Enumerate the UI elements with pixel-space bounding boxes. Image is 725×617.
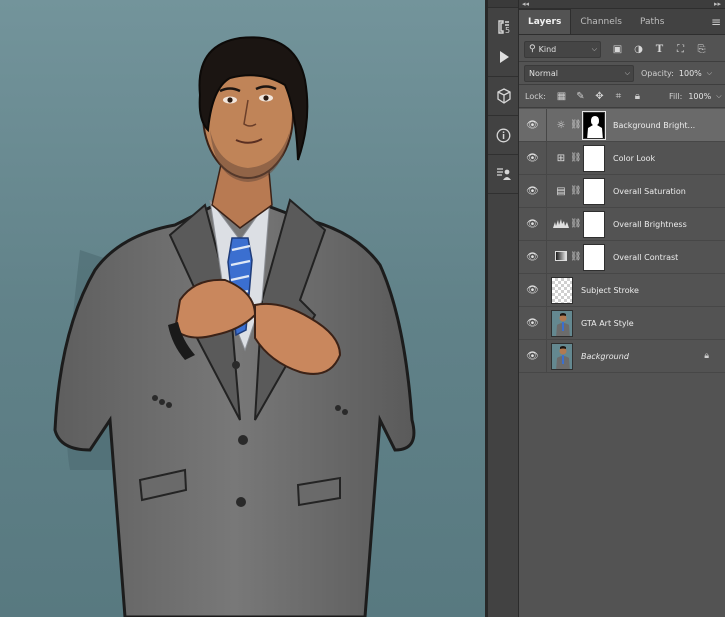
link-chain-icon[interactable]: ⛓︎: [570, 252, 581, 262]
lock-icon: 🔒︎: [704, 351, 709, 361]
visibility-eye-icon[interactable]: 👁︎: [519, 207, 547, 241]
layer-name[interactable]: Subject Stroke: [581, 286, 639, 295]
link-chain-icon[interactable]: ⛓︎: [570, 120, 581, 130]
levels-icon: [552, 218, 570, 231]
visibility-eye-icon[interactable]: 👁︎: [519, 339, 547, 373]
layer-row-subject-stroke[interactable]: 👁︎ Subject Stroke: [519, 273, 725, 307]
blend-mode-value: Normal: [529, 68, 558, 78]
layer-name[interactable]: Overall Saturation: [613, 187, 686, 196]
filter-type-icon[interactable]: T: [649, 44, 670, 55]
lock-position-icon[interactable]: ✥: [590, 91, 609, 102]
lock-all-icon[interactable]: 🔒︎: [628, 91, 647, 102]
lock-artboard-icon[interactable]: ⌗: [609, 91, 628, 102]
layer-thumbnail[interactable]: [551, 276, 573, 304]
divider: [519, 107, 725, 108]
layer-row-background-brightness[interactable]: 👁︎ ☼ ⛓︎ Background Bright...: [519, 108, 725, 142]
filter-kind-dropdown[interactable]: ⚲ Kind ⌵: [524, 40, 601, 58]
gradient-map-icon: [552, 250, 570, 264]
panel-menu-icon[interactable]: ≡: [711, 9, 721, 35]
layer-name[interactable]: Color Look: [613, 154, 655, 163]
icon-column-grip[interactable]: [488, 0, 518, 8]
layers-panel: ◂◂ ▸▸ Layers Channels Paths ≡ ⚲ Kind ⌵ ▣…: [519, 0, 725, 617]
layer-row-color-look[interactable]: 👁︎ ⊞ ⛓︎ Color Look: [519, 141, 725, 175]
panel-top-grip[interactable]: ◂◂ ▸▸: [519, 0, 725, 9]
visibility-eye-icon[interactable]: 👁︎: [519, 174, 547, 208]
link-chain-icon[interactable]: ⛓︎: [570, 153, 581, 163]
layer-mask-thumbnail[interactable]: [583, 210, 605, 238]
3d-icon[interactable]: [488, 81, 519, 111]
tab-layers[interactable]: Layers: [519, 9, 572, 34]
opacity-chevron-icon[interactable]: ⌵: [707, 69, 712, 78]
visibility-eye-icon[interactable]: 👁︎: [519, 306, 547, 340]
link-chain-icon[interactable]: ⛓︎: [570, 186, 581, 196]
layer-row-overall-brightness[interactable]: 👁︎ ⛓︎ Overall Brightness: [519, 207, 725, 241]
color-lookup-icon: ⊞: [556, 152, 566, 164]
visibility-eye-icon[interactable]: 👁︎: [519, 141, 547, 175]
filter-adjustment-icon[interactable]: ◑: [628, 44, 649, 55]
photoshop-window: 5 ◂◂ ▸▸ Layers Channels Paths ≡ ⚲ Kind ⌵…: [0, 0, 725, 617]
play-actions-icon[interactable]: [488, 42, 519, 72]
opacity-value[interactable]: 100%: [679, 69, 702, 78]
document-canvas[interactable]: [0, 0, 485, 617]
properties-icon[interactable]: [488, 159, 519, 189]
opacity-label: Opacity:: [641, 68, 674, 78]
info-icon[interactable]: [488, 120, 519, 150]
tab-paths[interactable]: Paths: [631, 10, 673, 34]
brightness-icon: ☼: [556, 119, 566, 131]
collapse-right-icon[interactable]: ▸▸: [714, 0, 721, 9]
layer-name[interactable]: Background: [581, 352, 629, 361]
chevron-down-icon: ⌵: [591, 44, 597, 53]
visibility-eye-icon[interactable]: 👁︎: [519, 240, 547, 274]
filter-pixel-icon[interactable]: ▣: [607, 44, 628, 55]
layer-thumbnail[interactable]: [551, 342, 573, 370]
layer-name[interactable]: GTA Art Style: [581, 319, 634, 328]
fill-chevron-icon[interactable]: ⌵: [716, 92, 721, 101]
lock-paint-brush-icon[interactable]: ✎: [571, 91, 590, 102]
blend-mode-dropdown[interactable]: Normal ⌵: [524, 64, 634, 82]
collapse-left-icon[interactable]: ◂◂: [522, 0, 529, 9]
visibility-eye-icon[interactable]: 👁︎: [519, 273, 547, 307]
history-icon[interactable]: 5: [488, 12, 519, 42]
divider: [519, 61, 725, 62]
layer-row-gta-art-style[interactable]: 👁︎ GTA Art Style: [519, 306, 725, 340]
visibility-eye-icon[interactable]: 👁︎: [519, 108, 547, 142]
panel-icon-column: 5: [488, 0, 519, 617]
svg-text:5: 5: [505, 26, 510, 35]
layer-mask-thumbnail[interactable]: [582, 110, 606, 140]
tab-channels[interactable]: Channels: [571, 10, 631, 34]
layer-row-background[interactable]: 👁︎ Background 🔒︎: [519, 339, 725, 373]
layer-row-overall-saturation[interactable]: 👁︎ ▤ ⛓︎ Overall Saturation: [519, 174, 725, 208]
layer-row-overall-contrast[interactable]: 👁︎ ⛓︎ Overall Contrast: [519, 240, 725, 274]
lock-label: Lock:: [525, 91, 546, 101]
filter-kind-label: Kind: [538, 44, 557, 54]
link-chain-icon[interactable]: ⛓︎: [570, 219, 581, 229]
divider: [519, 84, 725, 85]
canvas-image: [0, 0, 485, 617]
layer-mask-thumbnail[interactable]: [583, 144, 605, 172]
search-icon: ⚲: [529, 44, 536, 54]
lock-row: Lock: ▦ ✎ ✥ ⌗ 🔒︎ Fill: 100% ⌵: [519, 86, 725, 106]
layer-name[interactable]: Overall Contrast: [613, 253, 678, 262]
filter-shape-icon[interactable]: ⛶: [670, 44, 691, 55]
layer-name[interactable]: Overall Brightness: [613, 220, 687, 229]
lock-transparent-icon[interactable]: ▦: [552, 91, 571, 102]
fill-value[interactable]: 100%: [688, 92, 711, 101]
chevron-down-icon: ⌵: [624, 68, 630, 77]
layer-thumbnail[interactable]: [551, 309, 573, 337]
panel-tabs: Layers Channels Paths: [519, 9, 725, 35]
layer-filter-row: ⚲ Kind ⌵ ▣ ◑ T ⛶ ⎘: [519, 38, 725, 60]
hue-saturation-icon: ▤: [556, 185, 566, 197]
layer-name[interactable]: Background Bright...: [613, 121, 695, 130]
layer-mask-thumbnail[interactable]: [583, 243, 605, 271]
layers-list: 👁︎ ☼ ⛓︎ Background Bright... 👁︎ ⊞ ⛓︎ Col…: [519, 108, 725, 373]
filter-smart-object-icon[interactable]: ⎘: [691, 44, 712, 55]
layer-mask-thumbnail[interactable]: [583, 177, 605, 205]
fill-label: Fill:: [668, 91, 683, 101]
blend-row: Normal ⌵ Opacity: 100% ⌵: [519, 63, 725, 83]
